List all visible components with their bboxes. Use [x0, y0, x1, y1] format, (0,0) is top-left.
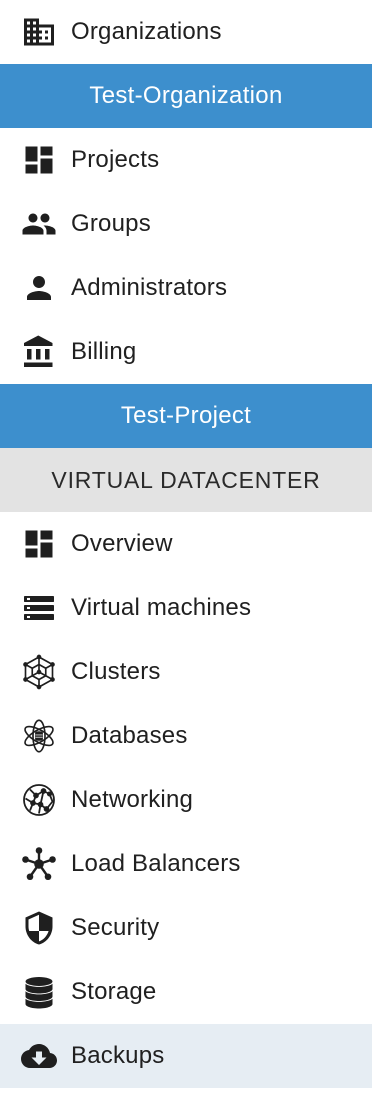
nav-item-label: Storage: [71, 978, 157, 1005]
nav-item-label: Administrators: [71, 274, 228, 301]
dashboard-icon: [20, 141, 58, 179]
project-name: Test-Project: [120, 402, 252, 429]
cube-network-icon: [20, 653, 58, 691]
organization-name: Test-Organization: [89, 82, 283, 109]
cloud-download-icon: [20, 1037, 58, 1075]
nav-item-label: Networking: [71, 786, 194, 813]
person-icon: [20, 269, 58, 307]
building-icon: [20, 13, 58, 51]
nav-item-label: Load Balancers: [71, 850, 241, 877]
atom-database-icon: [20, 717, 58, 755]
nav-item-label: Organizations: [71, 18, 222, 45]
organization-header[interactable]: Test-Organization: [0, 64, 372, 128]
nav-item-label: Security: [71, 914, 160, 941]
project-header[interactable]: Test-Project: [0, 384, 372, 448]
nav-item-label: Projects: [71, 146, 160, 173]
nav-item-groups[interactable]: Groups: [0, 192, 372, 256]
section-header-virtual-datacenter: VIRTUAL DATACENTER: [0, 448, 372, 512]
nav-item-load-balancers[interactable]: Load Balancers: [0, 832, 372, 896]
dashboard-icon: [20, 525, 58, 563]
nav-item-label: Billing: [71, 338, 137, 365]
nav-item-security[interactable]: Security: [0, 896, 372, 960]
shield-icon: [20, 909, 58, 947]
nav-item-databases[interactable]: Databases: [0, 704, 372, 768]
nav-item-label: Virtual machines: [71, 594, 252, 621]
nav-item-projects[interactable]: Projects: [0, 128, 372, 192]
nav-item-virtual-machines[interactable]: Virtual machines: [0, 576, 372, 640]
database-stack-icon: [20, 973, 58, 1011]
nav-item-backups[interactable]: Backups: [0, 1024, 372, 1088]
sidebar-nav: Organizations Test-Organization Projects…: [0, 0, 372, 1120]
server-list-icon: [20, 589, 58, 627]
nav-item-storage[interactable]: Storage: [0, 960, 372, 1024]
nav-item-label: Databases: [71, 722, 188, 749]
nav-item-billing[interactable]: Billing: [0, 320, 372, 384]
nav-item-networking[interactable]: Networking: [0, 768, 372, 832]
network-globe-icon: [20, 781, 58, 819]
nav-item-label: Clusters: [71, 658, 161, 685]
nav-item-clusters[interactable]: Clusters: [0, 640, 372, 704]
nav-item-overview[interactable]: Overview: [0, 512, 372, 576]
nav-item-administrators[interactable]: Administrators: [0, 256, 372, 320]
section-title: VIRTUAL DATACENTER: [51, 466, 321, 493]
nav-item-label: Backups: [71, 1042, 165, 1069]
nav-item-label: Overview: [71, 530, 173, 557]
bank-icon: [20, 333, 58, 371]
nav-item-organizations[interactable]: Organizations: [0, 0, 372, 64]
nav-item-label: Groups: [71, 210, 151, 237]
people-icon: [20, 205, 58, 243]
hub-nodes-icon: [20, 845, 58, 883]
